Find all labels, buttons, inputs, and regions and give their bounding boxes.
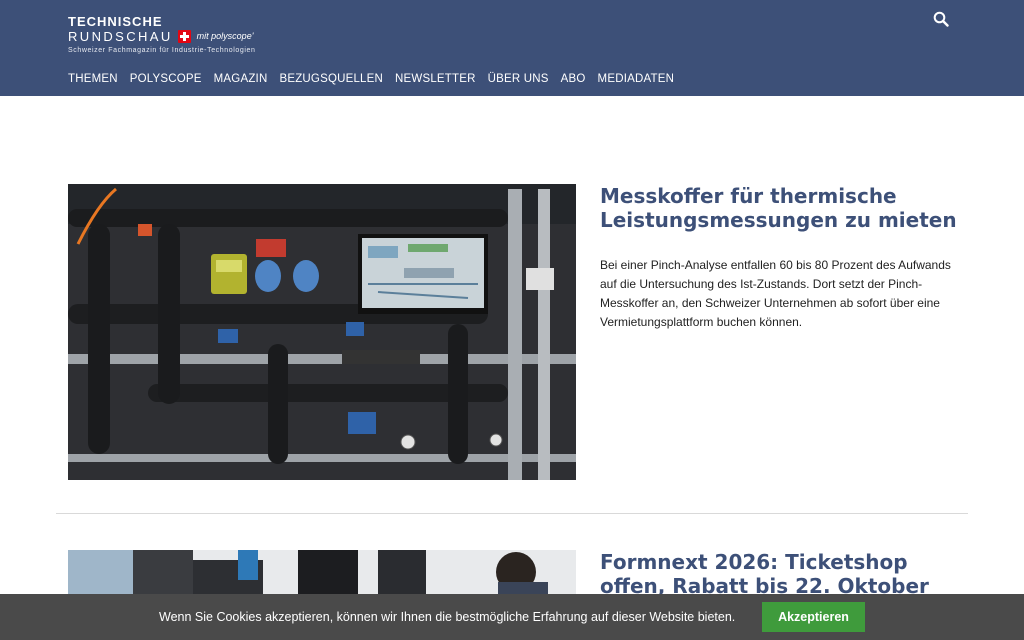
trade-fair-photo xyxy=(68,550,576,594)
cookie-text: Wenn Sie Cookies akzeptieren, können wir… xyxy=(159,610,736,624)
nav-item-polyscope[interactable]: POLYSCOPE xyxy=(130,73,202,85)
article-title[interactable]: Messkoffer für thermische Leistungsmessu… xyxy=(600,184,960,232)
nav-item-ueber-uns[interactable]: ÜBER UNS xyxy=(488,73,549,85)
site-header: TECHNISCHE RUNDSCHAU mit polyscope' Schw… xyxy=(0,0,1024,96)
search-icon[interactable] xyxy=(933,11,949,27)
nav-item-themen[interactable]: THEMEN xyxy=(68,73,118,85)
logo-tagline: Schweizer Fachmagazin für Industrie-Tech… xyxy=(68,47,256,54)
nav-item-newsletter[interactable]: NEWSLETTER xyxy=(395,73,476,85)
logo-partner: mit polyscope' xyxy=(196,31,254,41)
swiss-flag-icon xyxy=(177,30,191,43)
logo-line2-text: RUNDSCHAU xyxy=(68,29,173,44)
main-nav: THEMEN POLYSCOPE MAGAZIN BEZUGSQUELLEN N… xyxy=(68,73,686,85)
nav-item-magazin[interactable]: MAGAZIN xyxy=(214,73,268,85)
nav-item-bezugsquellen[interactable]: BEZUGSQUELLEN xyxy=(279,73,383,85)
nav-item-abo[interactable]: ABO xyxy=(561,73,586,85)
article-title[interactable]: Formnext 2026: Ticketshop offen, Rabatt … xyxy=(600,550,960,598)
site-logo[interactable]: TECHNISCHE RUNDSCHAU mit polyscope' Schw… xyxy=(68,15,256,56)
article-excerpt: Bei einer Pinch-Analyse entfallen 60 bis… xyxy=(600,258,951,329)
logo-line2: RUNDSCHAU mit polyscope' xyxy=(68,29,256,44)
article-image[interactable] xyxy=(68,550,576,594)
nav-item-mediadaten[interactable]: MEDIADATEN xyxy=(598,73,675,85)
equipment-photo xyxy=(68,184,576,480)
article-image[interactable] xyxy=(68,184,576,480)
accept-cookies-button[interactable]: Akzeptieren xyxy=(762,602,865,632)
article-divider xyxy=(56,513,968,514)
logo-line1: TECHNISCHE xyxy=(68,14,163,29)
cookie-bar: Wenn Sie Cookies akzeptieren, können wir… xyxy=(0,594,1024,640)
